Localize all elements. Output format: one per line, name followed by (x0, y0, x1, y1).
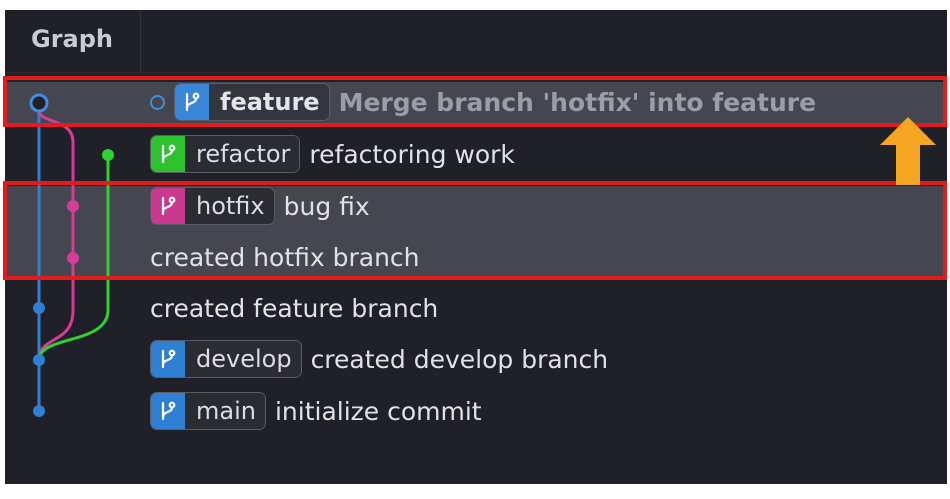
commit-row[interactable]: develop created develop branch (150, 339, 608, 379)
commit-message: refactoring work (309, 139, 515, 169)
branch-icon (151, 341, 185, 377)
commit-message: created feature branch (150, 293, 439, 323)
commit-message: initialize commit (274, 396, 482, 426)
branch-icon (151, 393, 185, 429)
branch-badge-main[interactable]: main (150, 392, 266, 430)
branch-icon (151, 136, 185, 172)
highlight-box-merge-row (3, 76, 947, 127)
up-arrow-icon (880, 117, 936, 185)
commit-message: created develop branch (310, 344, 609, 374)
main-commit-node (33, 405, 45, 417)
graph-header: Graph (5, 10, 947, 73)
branch-label: main (185, 393, 265, 429)
branch-badge-refactor[interactable]: refactor (150, 135, 301, 173)
commit-row[interactable]: refactor refactoring work (150, 134, 515, 174)
refactor-commit-node (102, 149, 114, 161)
branch-badge-develop[interactable]: develop (150, 340, 302, 378)
commit-row[interactable]: created feature branch (150, 288, 438, 328)
develop-commit-node (33, 354, 45, 366)
branch-label: develop (185, 341, 301, 377)
commit-row[interactable]: main initialize commit (150, 391, 482, 431)
feature-create-node (33, 302, 45, 314)
highlight-box-hotfix-rows (3, 181, 947, 280)
branch-label: refactor (185, 136, 300, 172)
